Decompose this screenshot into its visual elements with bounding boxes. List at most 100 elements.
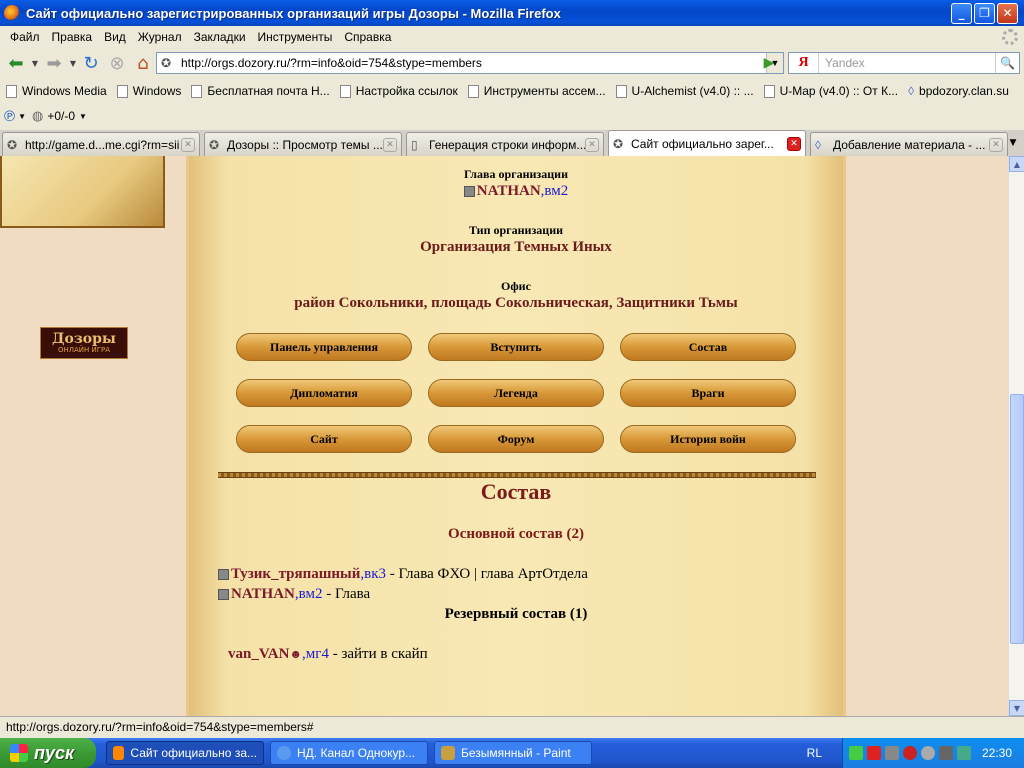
star-icon: ✪ — [613, 136, 624, 151]
close-button[interactable]: ✕ — [997, 2, 1018, 24]
main-roster-title: Основной состав (2) — [448, 526, 584, 542]
legend-button[interactable]: Легенда — [428, 379, 604, 407]
addon-p-icon[interactable]: ℗ — [4, 108, 15, 125]
tab-game[interactable]: ✪ http://game.d...me.cgi?rm=sii ✕ — [2, 132, 200, 156]
tab-forum[interactable]: ✪ Дозоры :: Просмотр темы ... ✕ — [204, 132, 402, 156]
clan-icon — [218, 569, 229, 581]
bookmark-item[interactable]: U-Alchemist (v4.0) :: ... — [615, 84, 754, 98]
menu-file[interactable]: Файл — [4, 30, 46, 44]
members-button[interactable]: Состав — [620, 333, 796, 361]
member-rank-link[interactable]: ,мг4 — [302, 646, 329, 662]
diplomacy-button[interactable]: Дипломатия — [236, 379, 412, 407]
office-label: Офис — [501, 279, 531, 293]
menu-tools[interactable]: Инструменты — [252, 30, 339, 44]
address-bar[interactable]: ✪ http://orgs.dozory.ru/?rm=info&oid=754… — [156, 52, 784, 74]
search-engine-icon[interactable]: Я — [789, 53, 819, 73]
tray-network-icon[interactable] — [885, 746, 899, 760]
head-name-link[interactable]: NATHAN — [477, 183, 541, 199]
member-name-link[interactable]: Тузик_тряпашный — [231, 566, 360, 582]
tab-generator[interactable]: ▯ Генерация строки информ... ✕ — [406, 132, 604, 156]
stop-button[interactable]: ⊗ — [104, 51, 130, 75]
bookmark-item[interactable]: Настройка ссылок — [339, 84, 458, 98]
forward-button[interactable]: ➡ — [40, 51, 68, 75]
bookmark-item[interactable]: Инструменты ассем... — [467, 84, 606, 98]
book-decoration — [0, 156, 165, 228]
go-button[interactable]: ▶ — [758, 52, 780, 74]
site-button[interactable]: Сайт — [236, 425, 412, 453]
forward-dropdown-icon[interactable]: ▼ — [68, 51, 78, 75]
search-icon[interactable]: 🔍 — [995, 53, 1019, 73]
clan-icon — [218, 589, 229, 601]
tab-close-icon[interactable]: ✕ — [383, 137, 397, 152]
maximize-button[interactable]: ❐ — [974, 2, 995, 24]
tab-list-icon[interactable]: ▼ — [1004, 132, 1022, 154]
search-box[interactable]: Я Yandex 🔍 — [788, 52, 1020, 74]
start-button[interactable]: пуск — [0, 738, 96, 768]
addon-counter[interactable]: +0/-0 — [47, 109, 75, 123]
ucoz-icon: ◊ — [908, 84, 915, 98]
tray-antivirus-icon[interactable] — [867, 746, 881, 760]
addon-dropdown-icon[interactable]: ▼ — [18, 112, 26, 121]
tray-speaker-icon[interactable] — [939, 746, 953, 760]
tray-check-icon[interactable] — [849, 746, 863, 760]
member-name-link[interactable]: van_VAN — [228, 646, 289, 662]
join-button[interactable]: Вступить — [428, 333, 604, 361]
taskbar-channel[interactable]: НД. Канал Однокур... — [270, 741, 428, 765]
bookmark-item[interactable]: Windows — [116, 84, 181, 98]
control-panel-button[interactable]: Панель управления — [236, 333, 412, 361]
tab-add-material[interactable]: ◊ Добавление материала - ... ✕ — [810, 132, 1008, 156]
language-indicator[interactable]: RL — [807, 746, 822, 760]
tray-sound-icon[interactable] — [921, 746, 935, 760]
vertical-scrollbar[interactable]: ▲ ▼ — [1008, 156, 1024, 716]
minimize-button[interactable]: _ — [951, 2, 972, 24]
addon-toolbar: ℗ ▼ ◍ +0/-0 ▼ — [0, 104, 1024, 128]
tab-close-icon[interactable]: ✕ — [989, 137, 1003, 152]
enemies-button[interactable]: Враги — [620, 379, 796, 407]
reload-button[interactable]: ↻ — [78, 51, 104, 75]
bookmark-item[interactable]: ◊ bpdozory.clan.su — [908, 84, 1009, 98]
tab-close-icon[interactable]: ✕ — [787, 136, 801, 151]
head-rank-link[interactable]: ,вм2 — [541, 183, 569, 199]
search-input[interactable]: Yandex — [825, 56, 865, 70]
menu-help[interactable]: Справка — [338, 30, 397, 44]
menu-history[interactable]: Журнал — [132, 30, 188, 44]
scroll-up-icon[interactable]: ▲ — [1009, 156, 1024, 172]
tab-close-icon[interactable]: ✕ — [585, 137, 599, 152]
forum-button[interactable]: Форум — [428, 425, 604, 453]
tab-orgs-active[interactable]: ✪ Сайт официально зарег... ✕ — [608, 130, 806, 156]
back-dropdown-icon[interactable]: ▼ — [30, 51, 40, 75]
bookmark-item[interactable]: U-Map (v4.0) :: От К... — [763, 84, 898, 98]
tray-shield-icon[interactable] — [903, 746, 917, 760]
dozory-logo[interactable]: Дозоры ОНЛАЙН ИГРА — [40, 327, 128, 359]
tray-connection-icon[interactable] — [957, 746, 971, 760]
status-bar: http://orgs.dozory.ru/?rm=info&oid=754&s… — [0, 716, 1024, 738]
scroll-down-icon[interactable]: ▼ — [1009, 700, 1024, 716]
counter-dropdown-icon[interactable]: ▼ — [79, 112, 87, 121]
tab-close-icon[interactable]: ✕ — [181, 137, 195, 152]
member-note: - зайти в скайп — [328, 646, 428, 662]
type-label: Тип организации — [468, 223, 564, 237]
clock: 22:30 — [981, 746, 1012, 760]
taskbar-firefox[interactable]: Сайт официально за... — [106, 741, 264, 765]
scroll-thumb[interactable] — [1010, 394, 1024, 644]
home-button[interactable]: ⌂ — [130, 51, 156, 75]
firefox-icon — [113, 746, 125, 760]
member-rank-link[interactable]: ,вк3 — [360, 566, 386, 582]
back-button[interactable]: ⬅ — [2, 51, 30, 75]
war-history-button[interactable]: История войн — [620, 425, 796, 453]
bookmark-item[interactable]: Бесплатная почта Н... — [191, 84, 330, 98]
taskbar: пуск Сайт официально за... НД. Канал Одн… — [0, 738, 1024, 768]
star-icon: ✪ — [209, 137, 220, 152]
windows-flag-icon — [10, 744, 28, 762]
bookmark-item[interactable]: Windows Media — [6, 84, 107, 98]
window-title: Сайт официально зарегистрированных орган… — [26, 5, 561, 21]
member-rank-link[interactable]: ,вм2 — [295, 586, 323, 602]
globe-icon: ◍ — [31, 108, 44, 123]
member-name-link[interactable]: NATHAN — [231, 586, 295, 602]
page-icon — [763, 84, 775, 98]
menu-bookmarks[interactable]: Закладки — [188, 30, 252, 44]
menu-view[interactable]: Вид — [98, 30, 132, 44]
page-icon — [116, 84, 128, 98]
taskbar-paint[interactable]: Безымянный - Paint — [434, 741, 592, 765]
menu-edit[interactable]: Правка — [46, 30, 99, 44]
